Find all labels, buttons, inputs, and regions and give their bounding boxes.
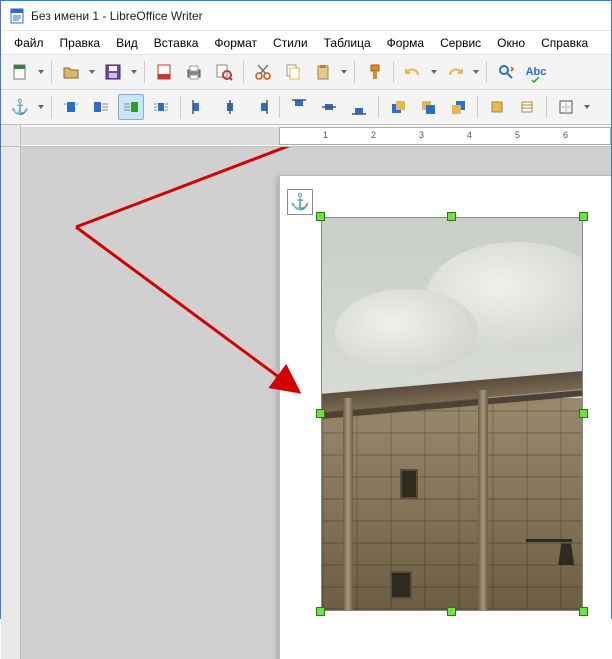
find-replace-button[interactable] — [493, 59, 519, 85]
menu-file[interactable]: Файл — [7, 33, 51, 53]
copy-button[interactable] — [280, 59, 306, 85]
anchor-icon: ⚓ — [290, 192, 310, 212]
open-dropdown[interactable] — [88, 70, 96, 74]
menu-table[interactable]: Таблица — [317, 33, 378, 53]
menu-edit[interactable]: Правка — [53, 33, 108, 53]
undo-button[interactable] — [400, 59, 426, 85]
cut-button[interactable] — [250, 59, 276, 85]
resize-handle-w[interactable] — [316, 409, 325, 418]
to-foreground-button[interactable] — [484, 94, 510, 120]
menu-form[interactable]: Форма — [380, 33, 431, 53]
redo-button[interactable] — [442, 59, 468, 85]
save-button[interactable] — [100, 59, 126, 85]
menu-help[interactable]: Справка — [534, 33, 595, 53]
writer-doc-icon — [9, 8, 25, 24]
vertical-ruler[interactable] — [1, 147, 21, 659]
paste-button[interactable] — [310, 59, 336, 85]
image-toolbar: ⚓ — [1, 90, 611, 125]
resize-handle-s[interactable] — [447, 607, 456, 616]
export-pdf-button[interactable] — [151, 59, 177, 85]
resize-handle-sw[interactable] — [316, 607, 325, 616]
ruler-corner — [1, 125, 21, 146]
clone-format-button[interactable] — [361, 59, 387, 85]
resize-handle-e[interactable] — [579, 409, 588, 418]
save-dropdown[interactable] — [130, 70, 138, 74]
horizontal-ruler[interactable]: 1 2 3 4 5 6 — [1, 125, 611, 147]
selected-image[interactable]: ⚓ — [321, 217, 583, 611]
resize-handle-se[interactable] — [579, 607, 588, 616]
spellcheck-button[interactable]: Abc — [523, 59, 549, 85]
to-background-button[interactable] — [514, 94, 540, 120]
send-back-button[interactable] — [445, 94, 471, 120]
window-title: Без имени 1 - LibreOffice Writer — [31, 9, 203, 23]
wrap-off-button[interactable] — [58, 94, 84, 120]
bring-forward-button[interactable] — [415, 94, 441, 120]
menu-bar: Файл Правка Вид Вставка Формат Стили Таб… — [1, 31, 611, 55]
border-dropdown[interactable] — [583, 105, 591, 109]
paste-dropdown[interactable] — [340, 70, 348, 74]
wrap-before-button[interactable] — [88, 94, 114, 120]
align-center-h-button[interactable] — [217, 94, 243, 120]
anchor-button[interactable]: ⚓ — [7, 94, 33, 120]
image-content[interactable] — [321, 217, 583, 611]
menu-tools[interactable]: Сервис — [433, 33, 488, 53]
ruler-body[interactable]: 1 2 3 4 5 6 — [21, 125, 611, 146]
bring-front-button[interactable] — [385, 94, 411, 120]
resize-handle-n[interactable] — [447, 212, 456, 221]
anchor-indicator[interactable]: ⚓ — [287, 189, 313, 215]
standard-toolbar: Abc — [1, 55, 611, 90]
redo-dropdown[interactable] — [472, 70, 480, 74]
align-center-v-button[interactable] — [316, 94, 342, 120]
anchor-dropdown[interactable] — [37, 105, 45, 109]
menu-format[interactable]: Формат — [207, 33, 264, 53]
undo-dropdown[interactable] — [430, 70, 438, 74]
align-top-button[interactable] — [286, 94, 312, 120]
wrap-after-button[interactable] — [118, 94, 144, 120]
document-area[interactable]: ⚓ — [21, 147, 611, 659]
align-right-button[interactable] — [247, 94, 273, 120]
resize-handle-ne[interactable] — [579, 212, 588, 221]
align-left-button[interactable] — [187, 94, 213, 120]
print-preview-button[interactable] — [211, 59, 237, 85]
resize-handle-nw[interactable] — [316, 212, 325, 221]
open-button[interactable] — [58, 59, 84, 85]
menu-view[interactable]: Вид — [109, 33, 145, 53]
border-button[interactable] — [553, 94, 579, 120]
new-doc-button[interactable] — [7, 59, 33, 85]
wrap-parallel-button[interactable] — [148, 94, 174, 120]
menu-insert[interactable]: Вставка — [147, 33, 206, 53]
new-doc-dropdown[interactable] — [37, 70, 45, 74]
work-area: ⚓ — [1, 147, 611, 659]
menu-window[interactable]: Окно — [490, 33, 532, 53]
title-bar: Без имени 1 - LibreOffice Writer — [1, 1, 611, 31]
align-bottom-button[interactable] — [346, 94, 372, 120]
menu-styles[interactable]: Стили — [266, 33, 315, 53]
print-button[interactable] — [181, 59, 207, 85]
